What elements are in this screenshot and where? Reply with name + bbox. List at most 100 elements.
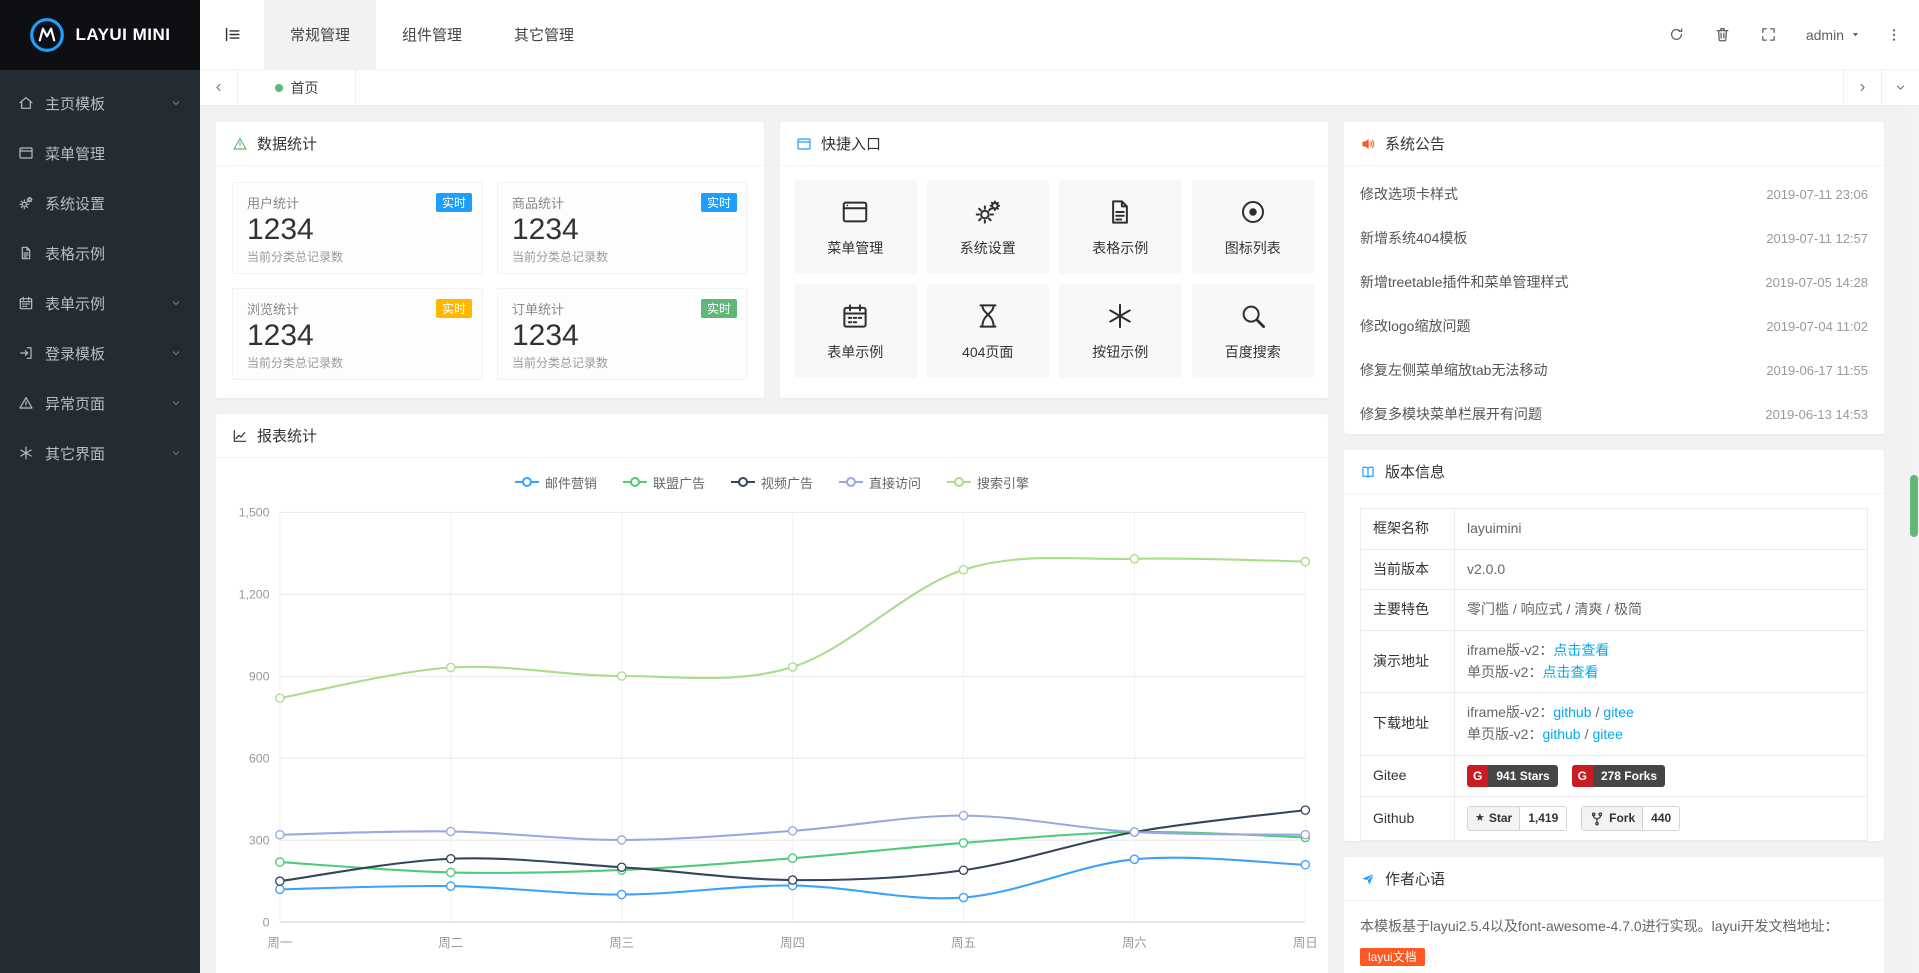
- refresh-button[interactable]: [1654, 0, 1700, 69]
- quick-entry-button[interactable]: 按钮示例: [1059, 284, 1182, 378]
- notice-item[interactable]: 修改选项卡样式 2019-07-11 23:06: [1360, 172, 1868, 216]
- user-dropdown[interactable]: admin: [1792, 0, 1875, 69]
- logo[interactable]: LAYUI MINI: [0, 0, 200, 70]
- quick-entry-settings[interactable]: 系统设置: [927, 180, 1050, 274]
- notice-date: 2019-07-04 11:02: [1766, 319, 1868, 334]
- tab-operations-button[interactable]: [1881, 70, 1919, 105]
- sidebar-item-home-template[interactable]: 主页模板: [0, 78, 200, 128]
- notice-text: 修改选项卡样式: [1360, 184, 1458, 204]
- tab-home[interactable]: 首页: [238, 70, 356, 105]
- sidebar-item-label: 其它界面: [45, 443, 105, 464]
- scrollbar-thumb[interactable]: [1910, 475, 1918, 537]
- paper-plane-icon: [1360, 871, 1376, 887]
- fullscreen-button[interactable]: [1746, 0, 1792, 69]
- download-iframe-gitee-link[interactable]: gitee: [1603, 704, 1633, 720]
- clear-cache-button[interactable]: [1700, 0, 1746, 69]
- notice-item[interactable]: 新增系统404模板 2019-07-11 12:57: [1360, 216, 1868, 260]
- quick-entry-404[interactable]: 404页面: [927, 284, 1050, 378]
- download-onepage-gitee-link[interactable]: gitee: [1593, 726, 1623, 742]
- github-fork-badge[interactable]: Fork 440: [1581, 806, 1680, 831]
- table-row: 演示地址 iframe版-v2：点击查看 单页版-v2：点击查看: [1361, 631, 1868, 693]
- collapse-sidebar-button[interactable]: [200, 0, 264, 69]
- demo-onepage-link[interactable]: 点击查看: [1542, 664, 1598, 680]
- sidebar-item-label: 表格示例: [45, 243, 105, 264]
- app-root: LAYUI MINI 主页模板 菜单管理 系统设置 表格示例 表单: [0, 0, 1919, 973]
- notice-item[interactable]: 修改logo缩放问题 2019-07-04 11:02: [1360, 304, 1868, 348]
- legend-item[interactable]: 搜索引擎: [947, 473, 1029, 492]
- legend-label: 联盟广告: [653, 473, 705, 492]
- quick-entry-icons[interactable]: 图标列表: [1192, 180, 1315, 274]
- legend-item[interactable]: 邮件营销: [515, 473, 597, 492]
- table-row: Gitee G 941 Stars G 278 Forks: [1361, 755, 1868, 797]
- gitee-stars-badge[interactable]: G 941 Stars: [1467, 765, 1558, 788]
- download-iframe-github-link[interactable]: github: [1553, 704, 1591, 720]
- fork-icon: [1589, 811, 1605, 827]
- quick-entry-table[interactable]: 表格示例: [1059, 180, 1182, 274]
- notice-text: 新增系统404模板: [1360, 228, 1467, 248]
- card-title: 报表统计: [257, 425, 317, 446]
- github-fork-label: Fork: [1609, 809, 1635, 828]
- status-badge: 实时: [436, 299, 472, 318]
- notice-text: 修复多模块菜单栏展开有问题: [1360, 404, 1542, 424]
- gitee-forks-badge[interactable]: G 278 Forks: [1572, 765, 1665, 788]
- notice-item[interactable]: 修复多模块菜单栏展开有问题 2019-06-13 14:53: [1360, 392, 1868, 436]
- card-title: 快捷入口: [821, 133, 881, 154]
- notice-item[interactable]: 新增treetable插件和菜单管理样式 2019-07-05 14:28: [1360, 260, 1868, 304]
- card-title: 系统公告: [1385, 133, 1445, 154]
- table-row: Github ★Star 1,419 Fork 440: [1361, 797, 1868, 841]
- github-star-badge[interactable]: ★Star 1,419: [1467, 806, 1567, 831]
- quick-entry-baidu[interactable]: 百度搜索: [1192, 284, 1315, 378]
- quick-entry-label: 表单示例: [827, 342, 883, 362]
- download-prefix: iframe版-v2：: [1467, 704, 1553, 720]
- quick-entry-menu[interactable]: 菜单管理: [794, 180, 917, 274]
- svg-text:周一: 周一: [267, 936, 292, 950]
- gears-icon: [18, 195, 34, 211]
- sidebar-item-other-ui[interactable]: 其它界面: [0, 428, 200, 478]
- svg-text:1,200: 1,200: [239, 587, 270, 601]
- sidebar-item-menu-management[interactable]: 菜单管理: [0, 128, 200, 178]
- card-title: 版本信息: [1385, 461, 1445, 482]
- download-prefix: 单页版-v2：: [1467, 726, 1542, 742]
- sidebar-item-login-template[interactable]: 登录模板: [0, 328, 200, 378]
- stat-box-views: 浏览统计 1234 当前分类总记录数 实时: [232, 288, 483, 380]
- table-row: 主要特色 零门槛 / 响应式 / 清爽 / 极简: [1361, 590, 1868, 631]
- legend-item[interactable]: 直接访问: [839, 473, 921, 492]
- sidebar-item-form-example[interactable]: 表单示例: [0, 278, 200, 328]
- stat-label: 商品统计: [512, 193, 733, 212]
- github-star-count: 1,419: [1520, 807, 1566, 830]
- quick-entry-label: 菜单管理: [827, 238, 883, 258]
- sidebar-item-error-pages[interactable]: 异常页面: [0, 378, 200, 428]
- demo-iframe-link[interactable]: 点击查看: [1553, 642, 1609, 658]
- notice-item[interactable]: 修复左侧菜单缩放tab无法移动 2019-06-17 11:55: [1360, 348, 1868, 392]
- tab-scroll-right-button[interactable]: [1843, 70, 1881, 105]
- tab-scroll-left-button[interactable]: [200, 70, 238, 105]
- legend-item[interactable]: 视频广告: [731, 473, 813, 492]
- scrollbar-track[interactable]: [1909, 106, 1919, 973]
- stat-desc: 当前分类总记录数: [247, 354, 468, 371]
- top-tab-general[interactable]: 常规管理: [264, 0, 376, 69]
- stat-value: 1234: [512, 212, 733, 248]
- collapse-sidebar-icon: [223, 25, 242, 44]
- sidebar-item-table-example[interactable]: 表格示例: [0, 228, 200, 278]
- quick-entry-form[interactable]: 表单示例: [794, 284, 917, 378]
- svg-text:周四: 周四: [780, 936, 805, 950]
- trash-icon: [1714, 26, 1731, 43]
- chart-line-icon: [232, 428, 248, 444]
- gitee-stars-count: 941 Stars: [1488, 765, 1557, 788]
- sidebar-item-system-settings[interactable]: 系统设置: [0, 178, 200, 228]
- row-value: iframe版-v2：github/gitee 单页版-v2：github/gi…: [1455, 693, 1868, 755]
- header-actions: admin: [1654, 0, 1919, 69]
- page-tabbar: 首页: [200, 70, 1919, 106]
- stat-label: 用户统计: [247, 193, 468, 212]
- chevron-down-icon: [170, 347, 182, 359]
- layui-doc-badge[interactable]: layui文档: [1360, 948, 1425, 966]
- top-tab-components[interactable]: 组件管理: [376, 0, 488, 69]
- legend-item[interactable]: 联盟广告: [623, 473, 705, 492]
- door-icon: [18, 345, 34, 361]
- row-value: 零门槛 / 响应式 / 清爽 / 极简: [1455, 590, 1868, 631]
- svg-text:周二: 周二: [438, 936, 463, 950]
- more-menu-button[interactable]: [1875, 0, 1913, 69]
- author-line: 本模板基于layui2.5.4以及font-awesome-4.7.0进行实现。…: [1360, 911, 1868, 941]
- download-onepage-github-link[interactable]: github: [1542, 726, 1580, 742]
- top-tab-other[interactable]: 其它管理: [488, 0, 600, 69]
